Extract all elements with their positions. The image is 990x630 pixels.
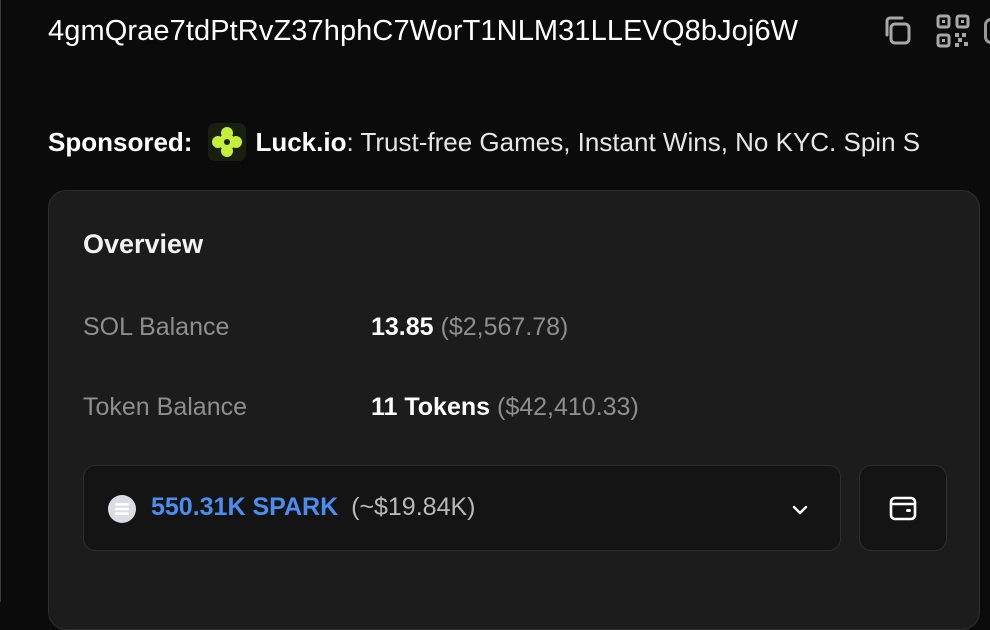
page-left-border (0, 0, 1, 602)
selected-token: 550.31K SPARK (~$19.84K) (151, 493, 475, 522)
account-address: 4gmQrae7tdPtRvZ37hphC7WorT1NLM31LLEVQ8bJ… (48, 14, 799, 47)
token-balance-label: Token Balance (83, 393, 248, 421)
sol-balance-amount: 13.85 (371, 313, 434, 341)
overview-title: Overview (83, 229, 204, 259)
account-address-row: 4gmQrae7tdPtRvZ37hphC7WorT1NLM31LLEVQ8bJ… (48, 8, 798, 54)
token-balance-usd: ($42,410.33) (497, 393, 639, 421)
sponsor-description: : Trust-free Games, Instant Wins, No KYC… (346, 126, 921, 157)
selected-token-amount: 550.31K SPARK (151, 493, 339, 521)
copy-address-button[interactable] (880, 12, 918, 50)
sol-balance-usd: ($2,567.78) (440, 313, 569, 341)
sponsored-banner[interactable]: Sponsored: Luck.io : Trust-free Games, I… (48, 120, 920, 164)
qr-code-icon (936, 14, 970, 48)
more-options-button[interactable] (984, 18, 990, 44)
sol-balance-value: 13.85 ($2,567.78) (371, 313, 568, 342)
token-balance-amount: 11 Tokens (371, 393, 491, 421)
copy-icon (885, 16, 911, 45)
chevron-down-icon (792, 505, 808, 515)
sol-balance-label: SOL Balance (83, 313, 230, 341)
sponsored-label: Sponsored: (48, 126, 193, 157)
overview-card: Overview SOL Balance 13.85 ($2,567.78) T… (48, 190, 980, 630)
wallet-button[interactable] (859, 465, 947, 551)
token-balance-value: 11 Tokens ($42,410.33) (371, 393, 639, 422)
qr-code-button[interactable] (934, 12, 972, 50)
wallet-icon (889, 496, 917, 521)
solana-token-icon (108, 495, 136, 523)
luck-io-logo-icon (208, 123, 247, 161)
token-select-dropdown[interactable]: 550.31K SPARK (~$19.84K) (83, 465, 841, 551)
sponsor-name-link[interactable]: Luck.io (255, 127, 346, 158)
selected-token-usd: (~$19.84K) (351, 493, 476, 521)
